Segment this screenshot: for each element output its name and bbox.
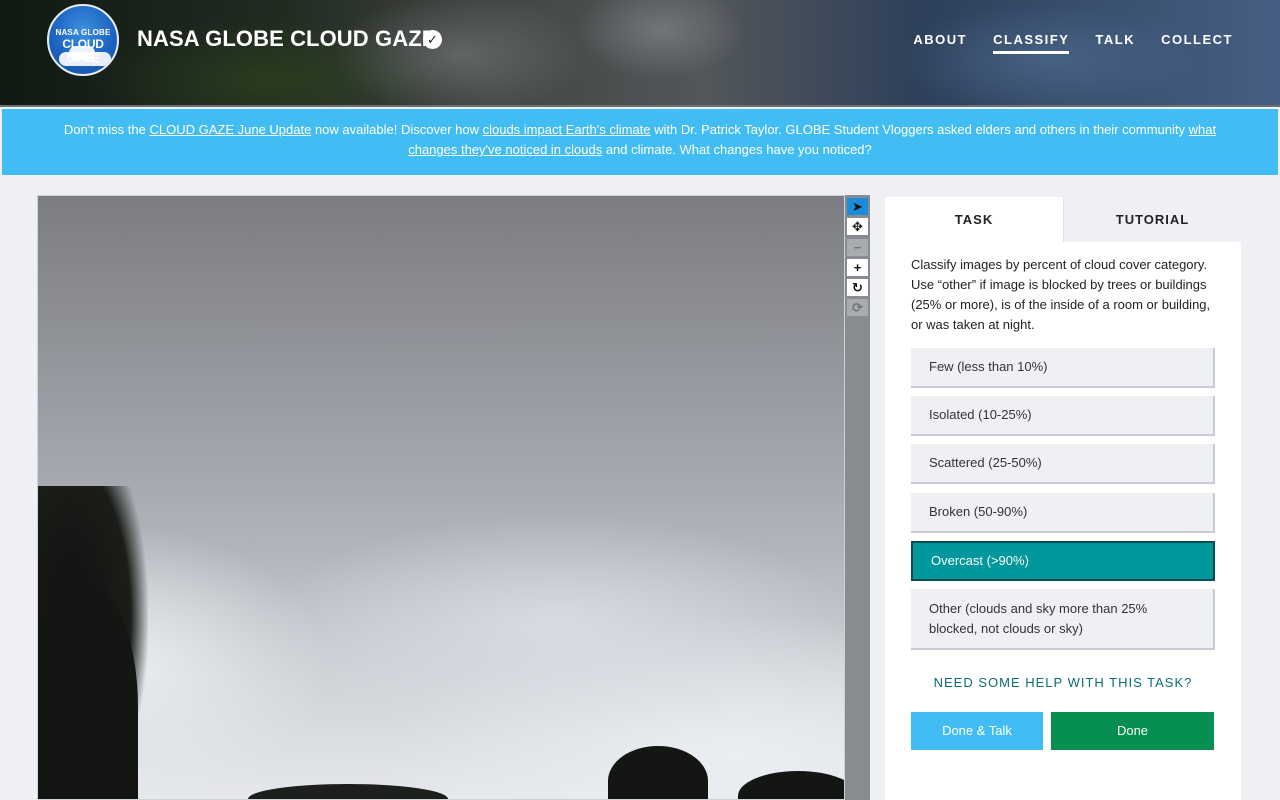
answer-label: Scattered (25-50%): [929, 455, 1042, 470]
answer-scattered[interactable]: Scattered (25-50%): [911, 444, 1215, 484]
move-icon[interactable]: ✥: [847, 218, 868, 235]
answer-other[interactable]: Other (clouds and sky more than 25% bloc…: [911, 589, 1215, 650]
answer-label: Few (less than 10%): [929, 359, 1048, 374]
zoom-in-icon[interactable]: +: [847, 259, 868, 276]
answer-isolated[interactable]: Isolated (10-25%): [911, 396, 1215, 436]
task-panel: TASK TUTORIAL Classify images by percent…: [885, 197, 1241, 800]
banner-text: Don't miss the: [63, 122, 150, 137]
image-toolbar: ➤ ✥ − + ↻ ⟳: [845, 195, 870, 800]
done-and-talk-button[interactable]: Done & Talk: [911, 712, 1043, 750]
task-help-link[interactable]: NEED SOME HELP WITH THIS TASK?: [885, 675, 1241, 690]
site-header: NASA GLOBE CLOUD GAZE NASA GLOBE CLOUD G…: [0, 0, 1280, 107]
logo-text-main: CLOUD GAZE: [62, 37, 104, 65]
project-title[interactable]: NASA GLOBE CLOUD GAZE: [137, 26, 437, 52]
answer-few[interactable]: Few (less than 10%): [911, 348, 1215, 388]
banner-text: and climate. What changes have you notic…: [602, 142, 872, 157]
tab-tutorial[interactable]: TUTORIAL: [1063, 197, 1241, 242]
banner-link-climate[interactable]: clouds impact Earth's climate: [483, 122, 651, 137]
answer-overcast[interactable]: Overcast (>90%): [911, 541, 1215, 581]
nav-about[interactable]: ABOUT: [913, 32, 967, 54]
tab-task[interactable]: TASK: [885, 197, 1063, 242]
banner-text: now available! Discover how: [311, 122, 483, 137]
rotate-icon[interactable]: ↻: [847, 279, 868, 296]
zoom-out-icon[interactable]: −: [847, 239, 868, 256]
answer-label: Broken (50-90%): [929, 504, 1028, 519]
tree-silhouette: [608, 746, 708, 799]
done-button[interactable]: Done: [1051, 712, 1214, 750]
answer-label: Other (clouds and sky more than 25% bloc…: [929, 600, 1148, 636]
logo-text-top: NASA GLOBE: [55, 28, 111, 37]
announcement-banner: Don't miss the CLOUD GAZE June Update no…: [2, 109, 1278, 175]
answer-label: Overcast (>90%): [931, 553, 1029, 568]
task-tabs: TASK TUTORIAL: [885, 197, 1241, 242]
answer-broken[interactable]: Broken (50-90%): [911, 493, 1215, 533]
tree-silhouette: [248, 784, 448, 799]
banner-text: with Dr. Patrick Taylor. GLOBE Student V…: [650, 122, 1189, 137]
task-instructions: Classify images by percent of cloud cove…: [911, 257, 1211, 332]
nav-collect[interactable]: COLLECT: [1161, 32, 1233, 54]
banner-link-june-update[interactable]: CLOUD GAZE June Update: [149, 122, 311, 137]
project-logo[interactable]: NASA GLOBE CLOUD GAZE: [47, 4, 119, 76]
tree-silhouette: [738, 771, 844, 799]
nav-talk[interactable]: TALK: [1095, 32, 1135, 54]
nav-classify[interactable]: CLASSIFY: [993, 32, 1070, 54]
pointer-icon[interactable]: ➤: [847, 198, 868, 215]
subject-image[interactable]: [37, 195, 845, 800]
answer-label: Isolated (10-25%): [929, 407, 1032, 422]
verified-check-icon: ✓: [423, 30, 442, 49]
reset-icon[interactable]: ⟳: [847, 299, 868, 316]
project-nav: ABOUT CLASSIFY TALK COLLECT: [913, 32, 1233, 54]
